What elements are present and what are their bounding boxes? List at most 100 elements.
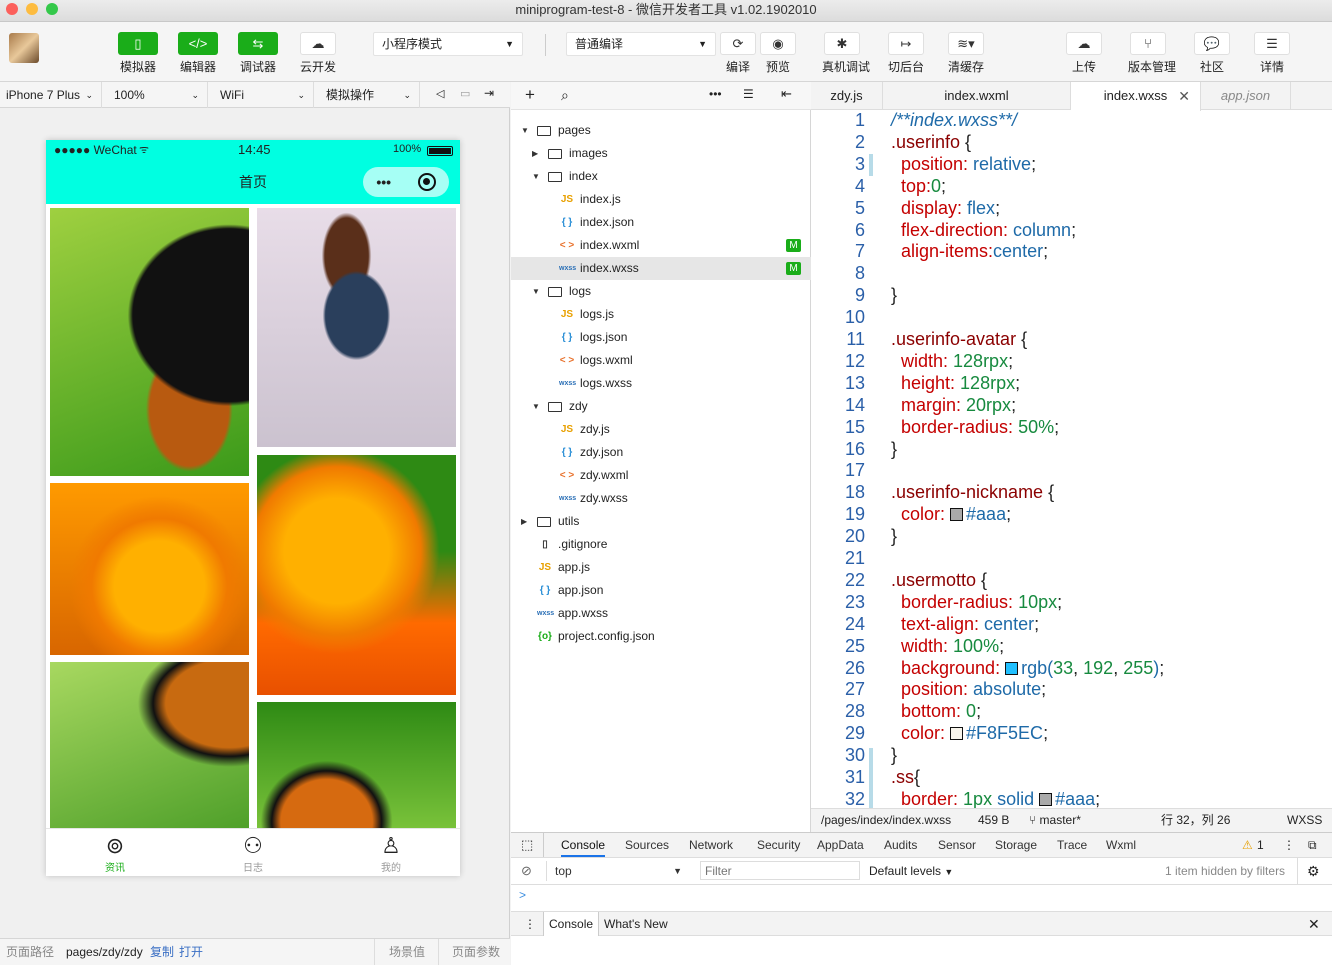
- tree-folder[interactable]: ▶ images: [511, 142, 811, 165]
- context-select[interactable]: top ▼: [546, 861, 686, 881]
- devtools-tab-trace[interactable]: Trace: [1057, 833, 1087, 857]
- user-avatar[interactable]: [9, 33, 39, 63]
- code-line[interactable]: .usermotto {: [891, 570, 987, 591]
- devtools-tab-appdata[interactable]: AppData: [817, 833, 864, 857]
- language-mode[interactable]: WXSS: [1287, 809, 1322, 832]
- community-button[interactable]: 💬 社区: [1192, 32, 1232, 75]
- code-line[interactable]: }: [891, 526, 897, 547]
- cloud-button[interactable]: ☁ 云开发: [298, 32, 338, 75]
- tree-file[interactable]: { } app.json: [511, 579, 811, 602]
- tree-file[interactable]: ▯ .gitignore: [511, 533, 811, 556]
- device-select[interactable]: iPhone 7 Plus ⌄: [0, 82, 102, 108]
- zoom-window-button[interactable]: [46, 3, 58, 15]
- tree-file[interactable]: { } index.json: [511, 211, 811, 234]
- devtools-tab-sources[interactable]: Sources: [625, 833, 669, 857]
- kebab-icon[interactable]: ⋮: [524, 912, 536, 936]
- tree-file[interactable]: wxss logs.wxss: [511, 372, 811, 395]
- tree-file[interactable]: wxss app.wxss: [511, 602, 811, 625]
- more-icon[interactable]: •••: [376, 174, 391, 190]
- gerbera-image[interactable]: [257, 455, 456, 695]
- drawer-tab-console[interactable]: Console: [543, 912, 600, 936]
- tab-zdy-js[interactable]: zdy.js: [811, 82, 883, 110]
- devtools-tab-security[interactable]: Security: [757, 833, 800, 857]
- butterfly-wing-image[interactable]: [50, 662, 249, 828]
- copy-link[interactable]: 复制: [150, 939, 174, 965]
- code-line[interactable]: height: 128rpx;: [891, 373, 1020, 394]
- tree-folder[interactable]: ▼ index: [511, 165, 811, 188]
- simulate-select[interactable]: 模拟操作 ⌄: [320, 82, 420, 108]
- butterfly-image[interactable]: [50, 208, 249, 476]
- chevron-down-icon[interactable]: ▼: [521, 119, 529, 142]
- tree-file[interactable]: { } logs.json: [511, 326, 811, 349]
- kebab-icon[interactable]: ⋮: [1283, 833, 1295, 857]
- close-icon[interactable]: ✕: [1308, 912, 1320, 936]
- more-icon[interactable]: •••: [709, 87, 722, 101]
- code-line[interactable]: position: relative;: [891, 154, 1036, 175]
- tree-folder[interactable]: ▼ pages: [511, 119, 811, 142]
- code-line[interactable]: width: 128rpx;: [891, 351, 1013, 372]
- code-line[interactable]: flex-direction: column;: [891, 220, 1076, 241]
- console-filter-input[interactable]: [700, 861, 860, 880]
- tree-file[interactable]: JS logs.js: [511, 303, 811, 326]
- tree-file[interactable]: JS index.js: [511, 188, 811, 211]
- tree-file[interactable]: wxss index.wxss M: [511, 257, 811, 280]
- version-button[interactable]: ⑂ 版本管理: [1128, 32, 1176, 75]
- window-icon[interactable]: ▭: [460, 87, 470, 100]
- tree-file[interactable]: JS app.js: [511, 556, 811, 579]
- minimize-window-button[interactable]: [26, 3, 38, 15]
- code-line[interactable]: .userinfo-avatar {: [891, 329, 1027, 350]
- zoom-select[interactable]: 100% ⌄: [108, 82, 208, 108]
- code-line[interactable]: bottom: 0;: [891, 701, 981, 722]
- chevron-down-icon[interactable]: ▼: [532, 280, 540, 303]
- girl-photo-image[interactable]: [257, 208, 456, 447]
- editor-button[interactable]: </> 编辑器: [178, 32, 218, 75]
- page-params-button[interactable]: 页面参数: [452, 939, 500, 965]
- undock-icon[interactable]: ⧉: [1308, 833, 1317, 857]
- devtools-tab-network[interactable]: Network: [689, 833, 733, 857]
- mode-select[interactable]: 小程序模式 ▼: [373, 32, 523, 56]
- code-line[interactable]: }: [891, 285, 897, 306]
- butterfly-flower-image[interactable]: [257, 702, 456, 828]
- upload-button[interactable]: ☁ 上传: [1064, 32, 1104, 75]
- tree-file[interactable]: < > logs.wxml: [511, 349, 811, 372]
- code-line[interactable]: text-align: center;: [891, 614, 1039, 635]
- tree-file[interactable]: < > index.wxml M: [511, 234, 811, 257]
- tree-file[interactable]: JS zdy.js: [511, 418, 811, 441]
- tree-file[interactable]: {o} project.config.json: [511, 625, 811, 648]
- code-line[interactable]: position: absolute;: [891, 679, 1046, 700]
- code-line[interactable]: .userinfo {: [891, 132, 971, 153]
- compile-mode-select[interactable]: 普通编译 ▼: [566, 32, 716, 56]
- devtools-tab-storage[interactable]: Storage: [995, 833, 1037, 857]
- scene-button[interactable]: 场景值: [389, 939, 425, 965]
- code-line[interactable]: top:0;: [891, 176, 946, 197]
- code-line[interactable]: /**index.wxss**/: [891, 110, 1017, 131]
- background-button[interactable]: ↦ 切后台: [886, 32, 926, 75]
- sidebar-toggle-icon[interactable]: ⇤: [781, 86, 792, 102]
- clear-console-icon[interactable]: ⊘: [521, 858, 532, 884]
- details-button[interactable]: ☰ 详情: [1252, 32, 1292, 75]
- devtools-tab-audits[interactable]: Audits: [884, 833, 917, 857]
- drawer-tab-whats-new[interactable]: What's New: [604, 912, 668, 936]
- open-link[interactable]: 打开: [179, 939, 203, 965]
- preview-button[interactable]: ◉ 预览: [758, 32, 798, 75]
- tab-app-json[interactable]: app.json: [1201, 82, 1291, 110]
- tab-index-wxss[interactable]: index.wxss ✕: [1071, 82, 1201, 111]
- tree-folder[interactable]: ▼ logs: [511, 280, 811, 303]
- code-line[interactable]: margin: 20rpx;: [891, 395, 1016, 416]
- tree-folder[interactable]: ▶ utils: [511, 510, 811, 533]
- code-line[interactable]: .ss{: [891, 767, 920, 788]
- levels-select[interactable]: Default levels ▼: [869, 858, 953, 885]
- inspect-icon[interactable]: ⬚: [521, 833, 533, 857]
- chevron-down-icon[interactable]: ▼: [532, 165, 540, 188]
- code-line[interactable]: color: #F8F5EC;: [891, 723, 1048, 744]
- code-line[interactable]: align-items:center;: [891, 241, 1048, 262]
- search-icon[interactable]: ⌕: [561, 87, 569, 104]
- debugger-button[interactable]: ⇆ 调试器: [238, 32, 278, 75]
- tab-news[interactable]: ⊚ 资讯: [46, 833, 184, 874]
- code-line[interactable]: border: 1px solid #aaa;: [891, 789, 1100, 808]
- chevron-right-icon[interactable]: ▶: [521, 510, 527, 533]
- tree-file[interactable]: { } zdy.json: [511, 441, 811, 464]
- volume-icon[interactable]: ◁: [436, 87, 444, 100]
- real-debug-button[interactable]: ✱ 真机调试: [822, 32, 870, 75]
- detach-icon[interactable]: ⇥: [484, 86, 494, 100]
